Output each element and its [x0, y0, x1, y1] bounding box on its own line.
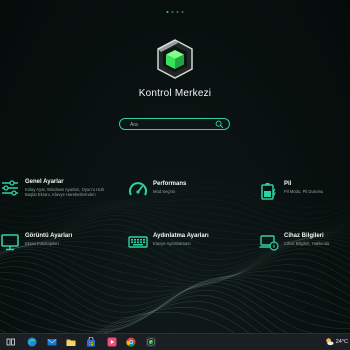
task-view-icon[interactable]: [6, 337, 16, 347]
tile-device-info[interactable]: Cihaz Bilgileri Cihaz Bilgileri, Hakkınd…: [259, 232, 349, 252]
page-title: Kontrol Merkezi: [138, 88, 212, 99]
speedometer-icon: [129, 182, 147, 196]
wave-line: [0, 294, 274, 333]
mail-icon[interactable]: [47, 337, 57, 347]
taskbar: 24°C: [0, 333, 350, 350]
tile-description: Mod Seçimi: [153, 189, 175, 194]
tile-description: Kolay Ayar, Windows Ayarları, Oyun’u Hız…: [25, 187, 105, 198]
tile-title: Aydınlatma Ayarları: [153, 233, 209, 239]
wave-line: [0, 255, 350, 300]
page-indicator[interactable]: [166, 11, 184, 13]
chrome-icon[interactable]: [126, 337, 136, 347]
settings-sliders-icon: [2, 180, 18, 196]
tile-title: Genel Ayarlar: [25, 179, 64, 185]
tile-display-settings[interactable]: Görüntü Ayarları Ekran Fotokopileri: [0, 232, 110, 252]
file-explorer-icon[interactable]: [66, 337, 76, 347]
tile-description: Klavye Aydınlatması: [153, 241, 191, 246]
wave-line: [99, 301, 262, 333]
wave-line: [0, 252, 350, 293]
tile-title: Performans: [153, 181, 187, 187]
control-center-app-icon[interactable]: [146, 337, 156, 347]
weather-widget[interactable]: 24°C: [325, 337, 348, 346]
tile-performance[interactable]: Performans Mod Seçimi: [128, 180, 208, 200]
page-dot[interactable]: [166, 11, 169, 13]
battery-icon: [261, 183, 276, 200]
app-logo: [157, 39, 193, 79]
monitor-icon: [1, 234, 19, 251]
tile-description: Pil Modu, Pil Durumu: [284, 189, 324, 194]
edge-icon[interactable]: [27, 337, 37, 347]
wave-line: [97, 306, 250, 333]
weather-temperature: 24°C: [335, 338, 348, 345]
tile-description: Cihaz Bilgileri, Hakkında: [284, 241, 330, 246]
search-input[interactable]: [130, 120, 210, 129]
tile-title: Cihaz Bilgileri: [284, 233, 324, 239]
sun-cloud-icon: [325, 338, 334, 346]
tile-description: Ekran Fotokopileri: [25, 241, 59, 246]
device-info-icon: [259, 235, 279, 251]
wave-line: [0, 266, 350, 313]
page-dot[interactable]: [171, 11, 174, 13]
tile-title: Pil: [284, 181, 292, 187]
keyboard-icon: [128, 236, 148, 248]
media-player-icon[interactable]: [107, 337, 117, 347]
store-icon[interactable]: [86, 337, 96, 347]
tile-battery[interactable]: Pil Pil Modu, Pil Durumu: [259, 180, 349, 200]
wave-line: [0, 205, 350, 234]
search-box[interactable]: [119, 118, 230, 130]
control-center-window: Kontrol Merkezi Genel Ayarlar Kolay Ayar…: [0, 0, 350, 333]
search-icon[interactable]: [215, 120, 224, 129]
page-dot[interactable]: [181, 11, 184, 13]
page-dot[interactable]: [176, 11, 179, 13]
tile-general-settings[interactable]: Genel Ayarlar Kolay Ayar, Windows Ayarla…: [0, 178, 110, 198]
tile-lighting-settings[interactable]: Aydınlatma Ayarları Klavye Aydınlatması: [128, 232, 238, 252]
tile-title: Görüntü Ayarları: [25, 233, 73, 239]
wave-line: [0, 203, 350, 229]
